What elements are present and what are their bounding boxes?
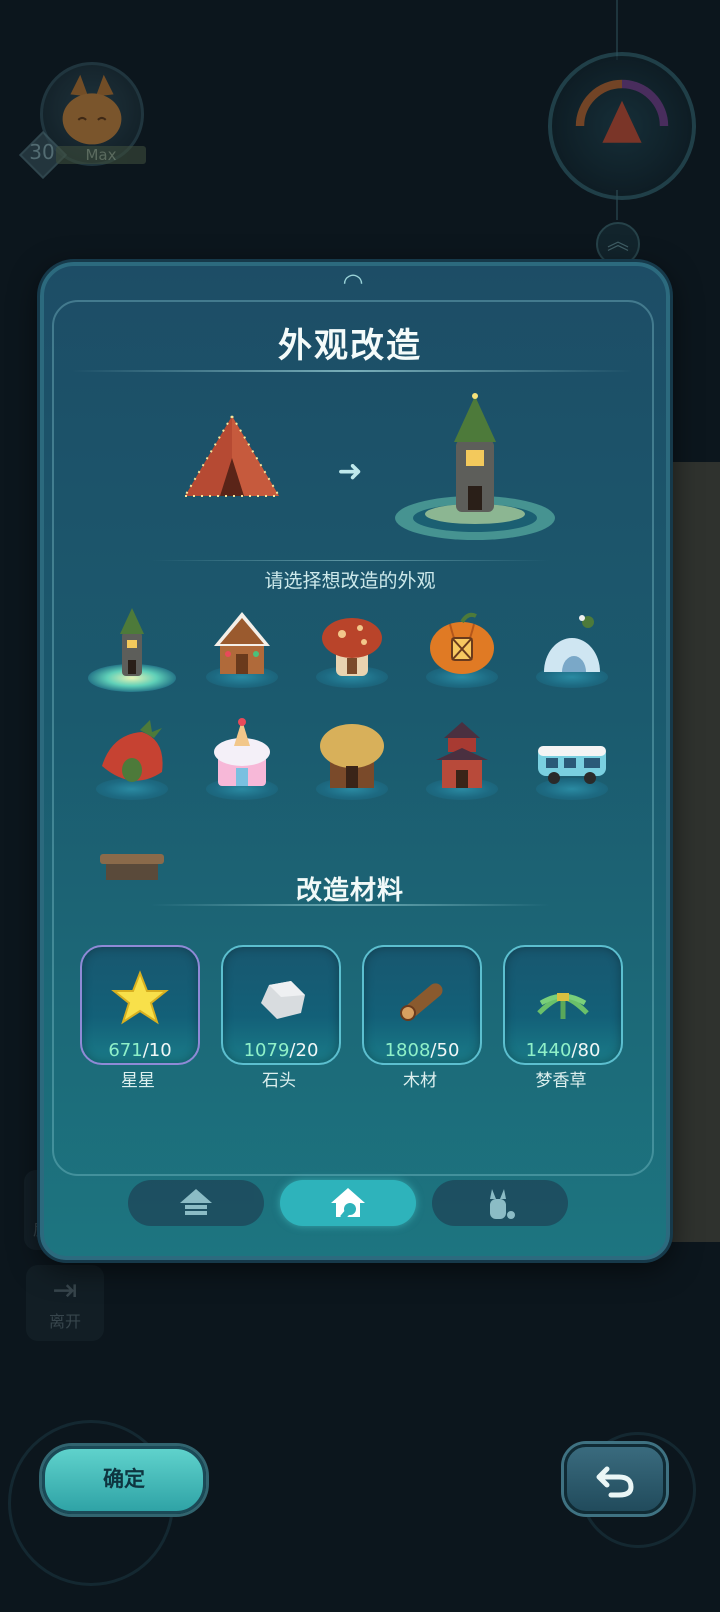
tower-icon xyxy=(395,393,555,540)
cupcake-house-icon xyxy=(214,718,270,786)
confirm-button[interactable]: 确定 xyxy=(42,1446,206,1514)
material-count: 1440/80 xyxy=(525,1040,601,1061)
exit-icon: ⇥ xyxy=(52,1273,78,1308)
pumpkin-house-icon xyxy=(430,612,494,674)
current-appearance-tent xyxy=(175,408,290,513)
minimap-chain xyxy=(616,0,618,60)
material-dream-grass[interactable]: 1440/80 xyxy=(503,945,623,1065)
igloo-icon xyxy=(544,615,600,672)
material-label: 木材 xyxy=(403,1071,437,1091)
tower-icon xyxy=(120,608,144,676)
wood-log-icon xyxy=(400,983,443,1021)
option-mushroom-house[interactable] xyxy=(302,600,402,700)
material-stone[interactable]: 1079/20 xyxy=(221,945,341,1065)
option-camper-van[interactable] xyxy=(522,712,622,812)
option-cupcake-house[interactable] xyxy=(192,712,292,812)
strawberry-house-icon xyxy=(102,720,163,782)
select-appearance-hint: 请选择想改造的外观 xyxy=(264,570,436,592)
undo-arrow-icon xyxy=(596,1466,634,1498)
leave-label: 离开 xyxy=(48,1312,81,1331)
camper-van-icon xyxy=(538,746,606,784)
appearance-grid xyxy=(78,600,638,880)
material-wood[interactable]: 1808/50 xyxy=(362,945,482,1065)
tab-house-list[interactable] xyxy=(128,1180,264,1226)
expand-up-icon[interactable]: ︽ xyxy=(596,222,640,266)
subtitle-divider xyxy=(150,560,550,561)
option-strawberry-house[interactable] xyxy=(82,712,182,812)
house-renovate-icon xyxy=(331,1188,365,1220)
panel-crest-icon: ◠ xyxy=(342,268,364,296)
option-tower[interactable] xyxy=(82,600,182,700)
material-label: 星星 xyxy=(121,1071,155,1091)
leave-button[interactable]: ⇥ 离开 xyxy=(26,1265,104,1341)
pagoda-icon xyxy=(436,722,488,788)
level-status: Max xyxy=(56,146,146,164)
mushroom-house-icon xyxy=(322,618,382,676)
option-hay-hut[interactable] xyxy=(302,712,402,812)
option-pagoda[interactable] xyxy=(412,712,512,812)
option-igloo[interactable] xyxy=(522,600,622,700)
material-label: 石头 xyxy=(262,1071,296,1091)
material-count: 1079/20 xyxy=(243,1040,319,1061)
material-count: 1808/50 xyxy=(384,1040,460,1061)
tab-pet[interactable] xyxy=(432,1180,568,1226)
arrow-right-icon: ➜ xyxy=(337,454,363,489)
back-button[interactable] xyxy=(564,1444,666,1514)
minimap-chain-lower xyxy=(616,190,618,220)
minimap[interactable] xyxy=(548,52,696,200)
hay-hut-icon xyxy=(320,724,384,788)
tent-icon xyxy=(184,415,280,497)
option-pumpkin-house[interactable] xyxy=(412,600,512,700)
pet-icon xyxy=(490,1189,515,1219)
herb-bundle-icon xyxy=(537,993,589,1019)
tab-renovate[interactable] xyxy=(280,1180,416,1226)
option-gingerbread-house[interactable] xyxy=(192,600,292,700)
material-label: 梦香草 xyxy=(535,1071,587,1091)
gingerbread-house-icon xyxy=(214,612,270,674)
material-count: 671/10 xyxy=(108,1040,172,1061)
materials-divider xyxy=(150,904,550,906)
materials-title: 改造材料 xyxy=(295,876,404,906)
panel-tab-bar xyxy=(128,1180,578,1232)
house-list-icon xyxy=(180,1189,212,1215)
target-appearance-tower xyxy=(390,390,560,550)
panel-title: 外观改造 xyxy=(278,326,422,366)
material-star[interactable]: 671/10 xyxy=(80,945,200,1065)
stone-icon xyxy=(261,981,305,1019)
star-icon xyxy=(111,970,169,1025)
title-divider xyxy=(72,370,632,372)
